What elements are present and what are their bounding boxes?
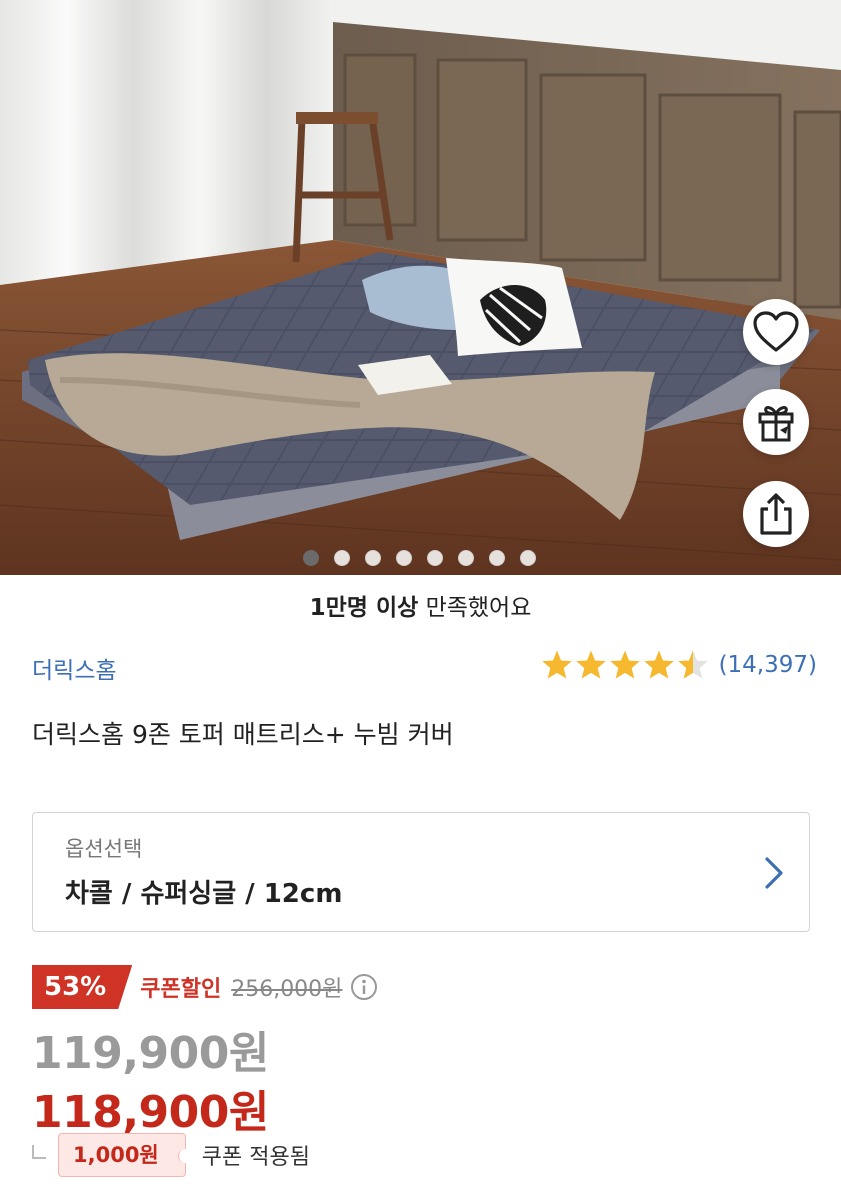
brand-link[interactable]: 더릭스홈 [32,651,117,685]
carousel-dot[interactable] [458,550,474,566]
product-image-carousel[interactable] [0,0,841,575]
satisfaction-count: 1만명 이상 [309,595,419,621]
gift-icon [758,406,794,442]
carousel-dot[interactable] [427,550,443,566]
coupon-amount: 1,000원 [73,1143,159,1167]
gift-button[interactable] [743,389,809,455]
rating-summary[interactable]: (14,397) [541,649,817,680]
product-photo [0,0,841,575]
star-half-icon [677,650,708,679]
discount-row: 53% 쿠폰할인 256,000원 [32,965,378,1009]
discount-rate-badge: 53% [32,965,132,1009]
sub-item-marker [32,1145,46,1159]
chevron-right-icon [765,857,783,889]
star-full-icon [643,650,674,679]
sale-price: 119,900원 [32,1028,269,1079]
coupon-applied-text: 쿠폰 적용됨 [201,1145,310,1170]
share-icon [760,493,792,535]
star-rating [541,649,709,680]
info-icon[interactable] [350,973,378,1001]
coupon-discount-label: 쿠폰할인 [140,977,222,1002]
option-value: 차콜 / 슈퍼싱글 / 12cm [65,879,343,909]
carousel-dot[interactable] [303,550,319,566]
original-price: 256,000원 [231,977,343,1002]
carousel-dot[interactable] [489,550,505,566]
product-title: 더릭스홈 9존 토퍼 매트리스+ 누빔 커버 [32,720,454,749]
carousel-dot[interactable] [334,550,350,566]
star-full-icon [541,650,572,679]
option-select[interactable]: 옵션선택 차콜 / 슈퍼싱글 / 12cm [32,812,810,932]
carousel-indicator [303,550,536,566]
coupon-row: 1,000원 쿠폰 적용됨 [32,1133,310,1177]
carousel-dot[interactable] [520,550,536,566]
star-full-icon [575,650,606,679]
carousel-dot[interactable] [365,550,381,566]
coupon-amount-chip[interactable]: 1,000원 [58,1133,192,1177]
review-count[interactable]: (14,397) [719,652,817,678]
share-button[interactable] [743,481,809,547]
coupon-notch [177,1149,192,1163]
carousel-dot[interactable] [396,550,412,566]
satisfaction-text: 만족했어요 [418,595,532,621]
satisfaction-banner: 1만명 이상 만족했어요 [0,588,841,622]
star-full-icon [609,650,640,679]
option-label: 옵션선택 [65,837,143,861]
wishlist-button[interactable] [743,299,809,365]
final-price: 118,900원 [32,1087,269,1138]
heart-icon [753,311,799,352]
